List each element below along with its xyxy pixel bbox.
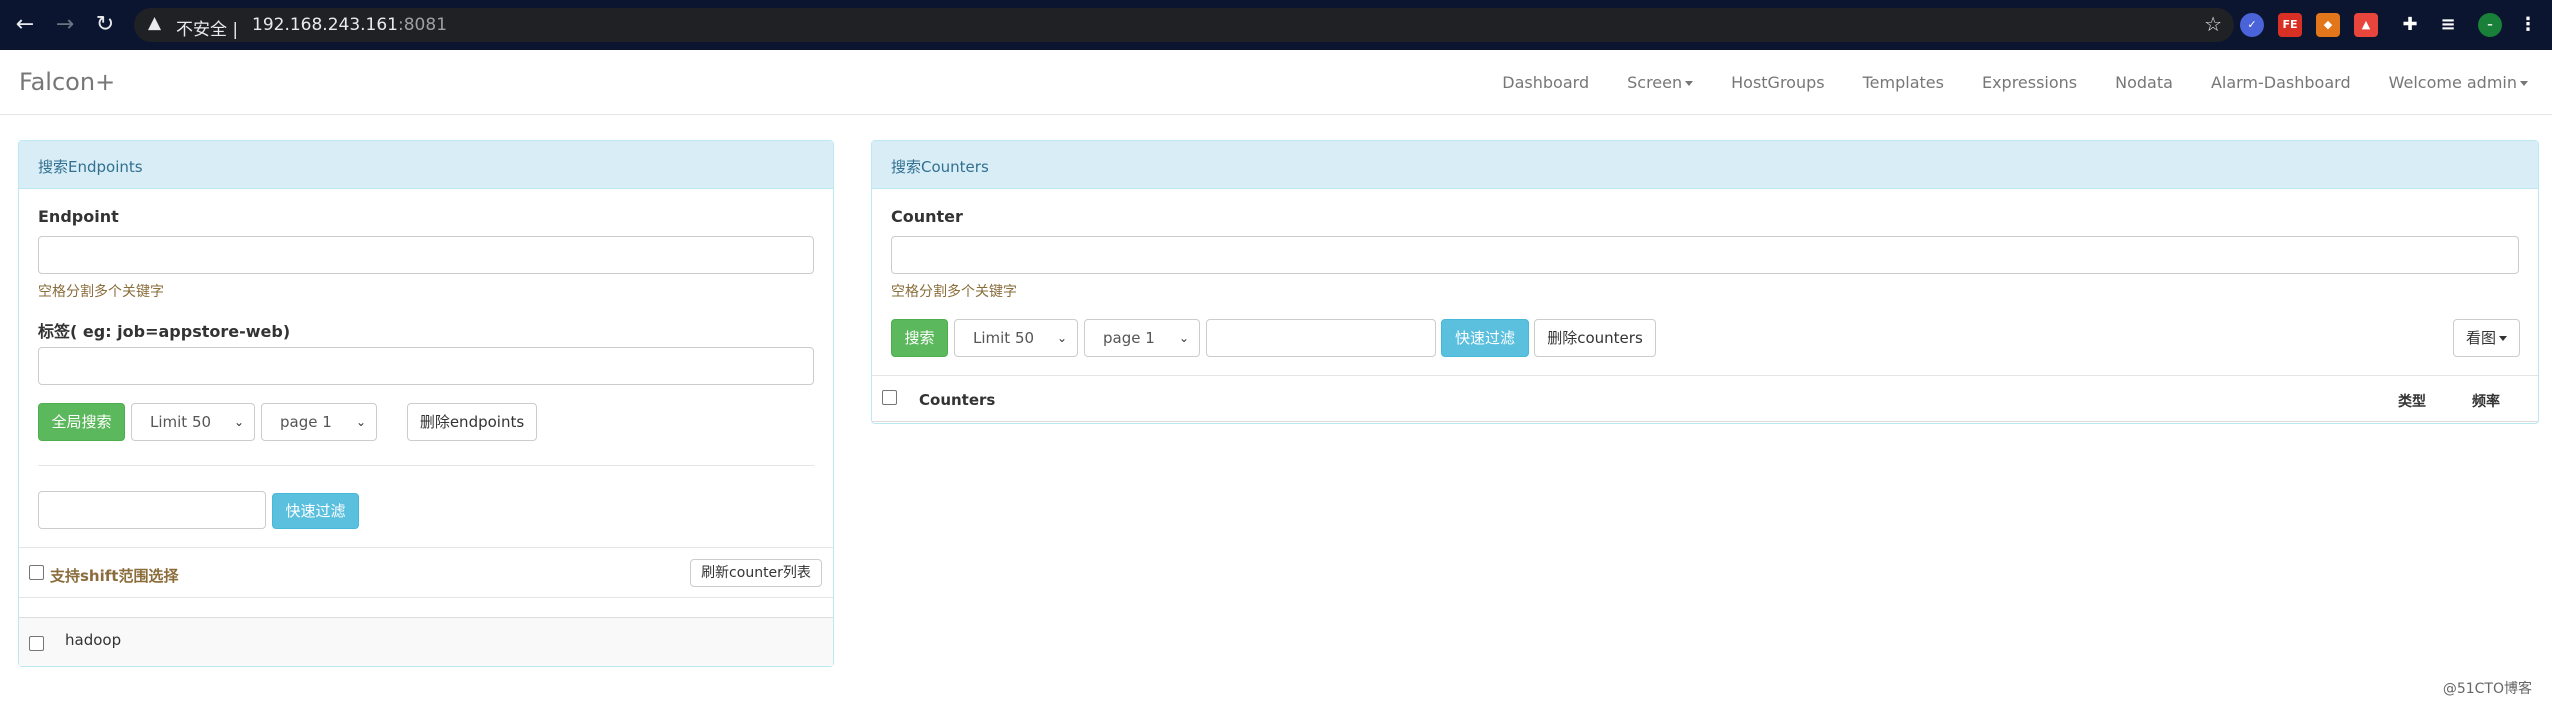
- list-item[interactable]: hadoop: [19, 618, 833, 666]
- counters-panel: 搜索Counters Counter 空格分割多个关键字 搜索 Limit 50…: [871, 140, 2539, 424]
- url-text[interactable]: 192.168.243.161:8081: [252, 15, 447, 35]
- chevron-down-icon: ⌄: [1056, 331, 1067, 345]
- divider: [19, 547, 833, 548]
- nav-screen[interactable]: Screen: [1627, 73, 1694, 92]
- profile-avatar[interactable]: –: [2478, 13, 2502, 37]
- delete-endpoints-button[interactable]: 删除endpoints: [407, 403, 537, 441]
- endpoints-panel-heading: 搜索Endpoints: [19, 141, 833, 189]
- endpoints-panel: 搜索Endpoints Endpoint 空格分割多个关键字 标签( eg: j…: [18, 140, 834, 667]
- reading-list-icon[interactable]: ≡: [2436, 13, 2460, 37]
- address-bar[interactable]: ▲ 不安全 | 192.168.243.161:8081 ☆: [134, 8, 2234, 42]
- nav-alarm-dashboard[interactable]: Alarm-Dashboard: [2211, 73, 2351, 92]
- warning-icon: ▲: [148, 13, 162, 33]
- menu-kebab-icon[interactable]: ⋮: [2516, 13, 2540, 37]
- nav-nodata[interactable]: Nodata: [2115, 73, 2173, 92]
- bookmark-star-icon[interactable]: ☆: [2204, 12, 2222, 36]
- fe-extension-icon[interactable]: FE: [2278, 13, 2302, 37]
- search-all-button[interactable]: 全局搜索: [38, 403, 125, 441]
- endpoint-name: hadoop: [65, 631, 122, 649]
- nav-templates[interactable]: Templates: [1863, 73, 1944, 92]
- chevron-down-icon: ⌄: [1178, 331, 1189, 345]
- shift-select-label: 支持shift范围选择: [50, 567, 179, 585]
- frequency-column-header[interactable]: 频率: [2472, 391, 2500, 411]
- select-all-counters-checkbox[interactable]: [882, 390, 897, 405]
- limit-select[interactable]: Limit 50 ⌄: [131, 403, 255, 441]
- page-select[interactable]: page 1 ⌄: [261, 403, 377, 441]
- nav-expressions[interactable]: Expressions: [1982, 73, 2077, 92]
- check-extension-icon[interactable]: ✓: [2240, 13, 2264, 37]
- counter-label: Counter: [891, 207, 963, 226]
- endpoint-label: Endpoint: [38, 207, 119, 226]
- endpoint-checkbox[interactable]: [29, 636, 44, 651]
- nav-user-menu[interactable]: Welcome admin: [2389, 73, 2528, 92]
- brand-logo[interactable]: Falcon+: [19, 68, 115, 96]
- tag-input[interactable]: [38, 347, 814, 385]
- chevron-down-icon: ⌄: [355, 415, 366, 429]
- red-extension-icon[interactable]: ▲: [2354, 13, 2378, 37]
- watermark: @51CTO博客: [2442, 681, 2532, 697]
- counter-limit-select[interactable]: Limit 50 ⌄: [954, 319, 1078, 357]
- caret-down-icon: [2520, 81, 2528, 86]
- app-navbar: Falcon+ Dashboard Screen HostGroups Temp…: [0, 50, 2552, 115]
- endpoint-filter-input[interactable]: [38, 491, 266, 529]
- delete-counters-button[interactable]: 删除counters: [1534, 319, 1656, 357]
- nav-dashboard[interactable]: Dashboard: [1502, 73, 1589, 92]
- counter-page-select[interactable]: page 1 ⌄: [1084, 319, 1200, 357]
- counter-input[interactable]: [891, 236, 2519, 274]
- chevron-down-icon: ⌄: [233, 415, 244, 429]
- browser-toolbar: ← → ↻ ▲ 不安全 | 192.168.243.161:8081 ☆ ✓ F…: [0, 0, 2552, 50]
- nav-hostgroups[interactable]: HostGroups: [1731, 73, 1824, 92]
- reload-icon[interactable]: ↻: [90, 10, 120, 40]
- view-graph-button[interactable]: 看图: [2453, 319, 2520, 357]
- type-column-header[interactable]: 类型: [2398, 391, 2426, 411]
- counter-hint: 空格分割多个关键字: [891, 284, 1017, 300]
- divider: [38, 465, 814, 466]
- quick-filter-button[interactable]: 快速过滤: [272, 493, 359, 529]
- counters-column-header[interactable]: Counters: [919, 391, 995, 409]
- counter-filter-input[interactable]: [1206, 319, 1436, 357]
- back-icon[interactable]: ←: [10, 10, 40, 40]
- endpoint-hint: 空格分割多个关键字: [38, 284, 164, 300]
- forward-icon[interactable]: →: [50, 10, 80, 40]
- search-counters-button[interactable]: 搜索: [891, 319, 948, 357]
- counter-quick-filter-button[interactable]: 快速过滤: [1441, 319, 1529, 357]
- divider: [872, 421, 2538, 422]
- nav-links: Dashboard Screen HostGroups Templates Ex…: [1464, 50, 2528, 115]
- shift-select-checkbox[interactable]: [29, 565, 44, 580]
- caret-down-icon: [1685, 81, 1694, 86]
- tag-label: 标签( eg: job=appstore-web): [38, 322, 291, 341]
- puzzle-icon[interactable]: ✚: [2398, 13, 2422, 37]
- divider: [872, 375, 2538, 376]
- fox-extension-icon[interactable]: ◆: [2316, 13, 2340, 37]
- caret-down-icon: [2499, 336, 2507, 341]
- refresh-counter-list-button[interactable]: 刷新counter列表: [690, 559, 822, 587]
- endpoint-input[interactable]: [38, 236, 814, 274]
- divider: [19, 597, 833, 598]
- security-label: 不安全 |: [176, 20, 239, 40]
- counters-panel-heading: 搜索Counters: [872, 141, 2538, 189]
